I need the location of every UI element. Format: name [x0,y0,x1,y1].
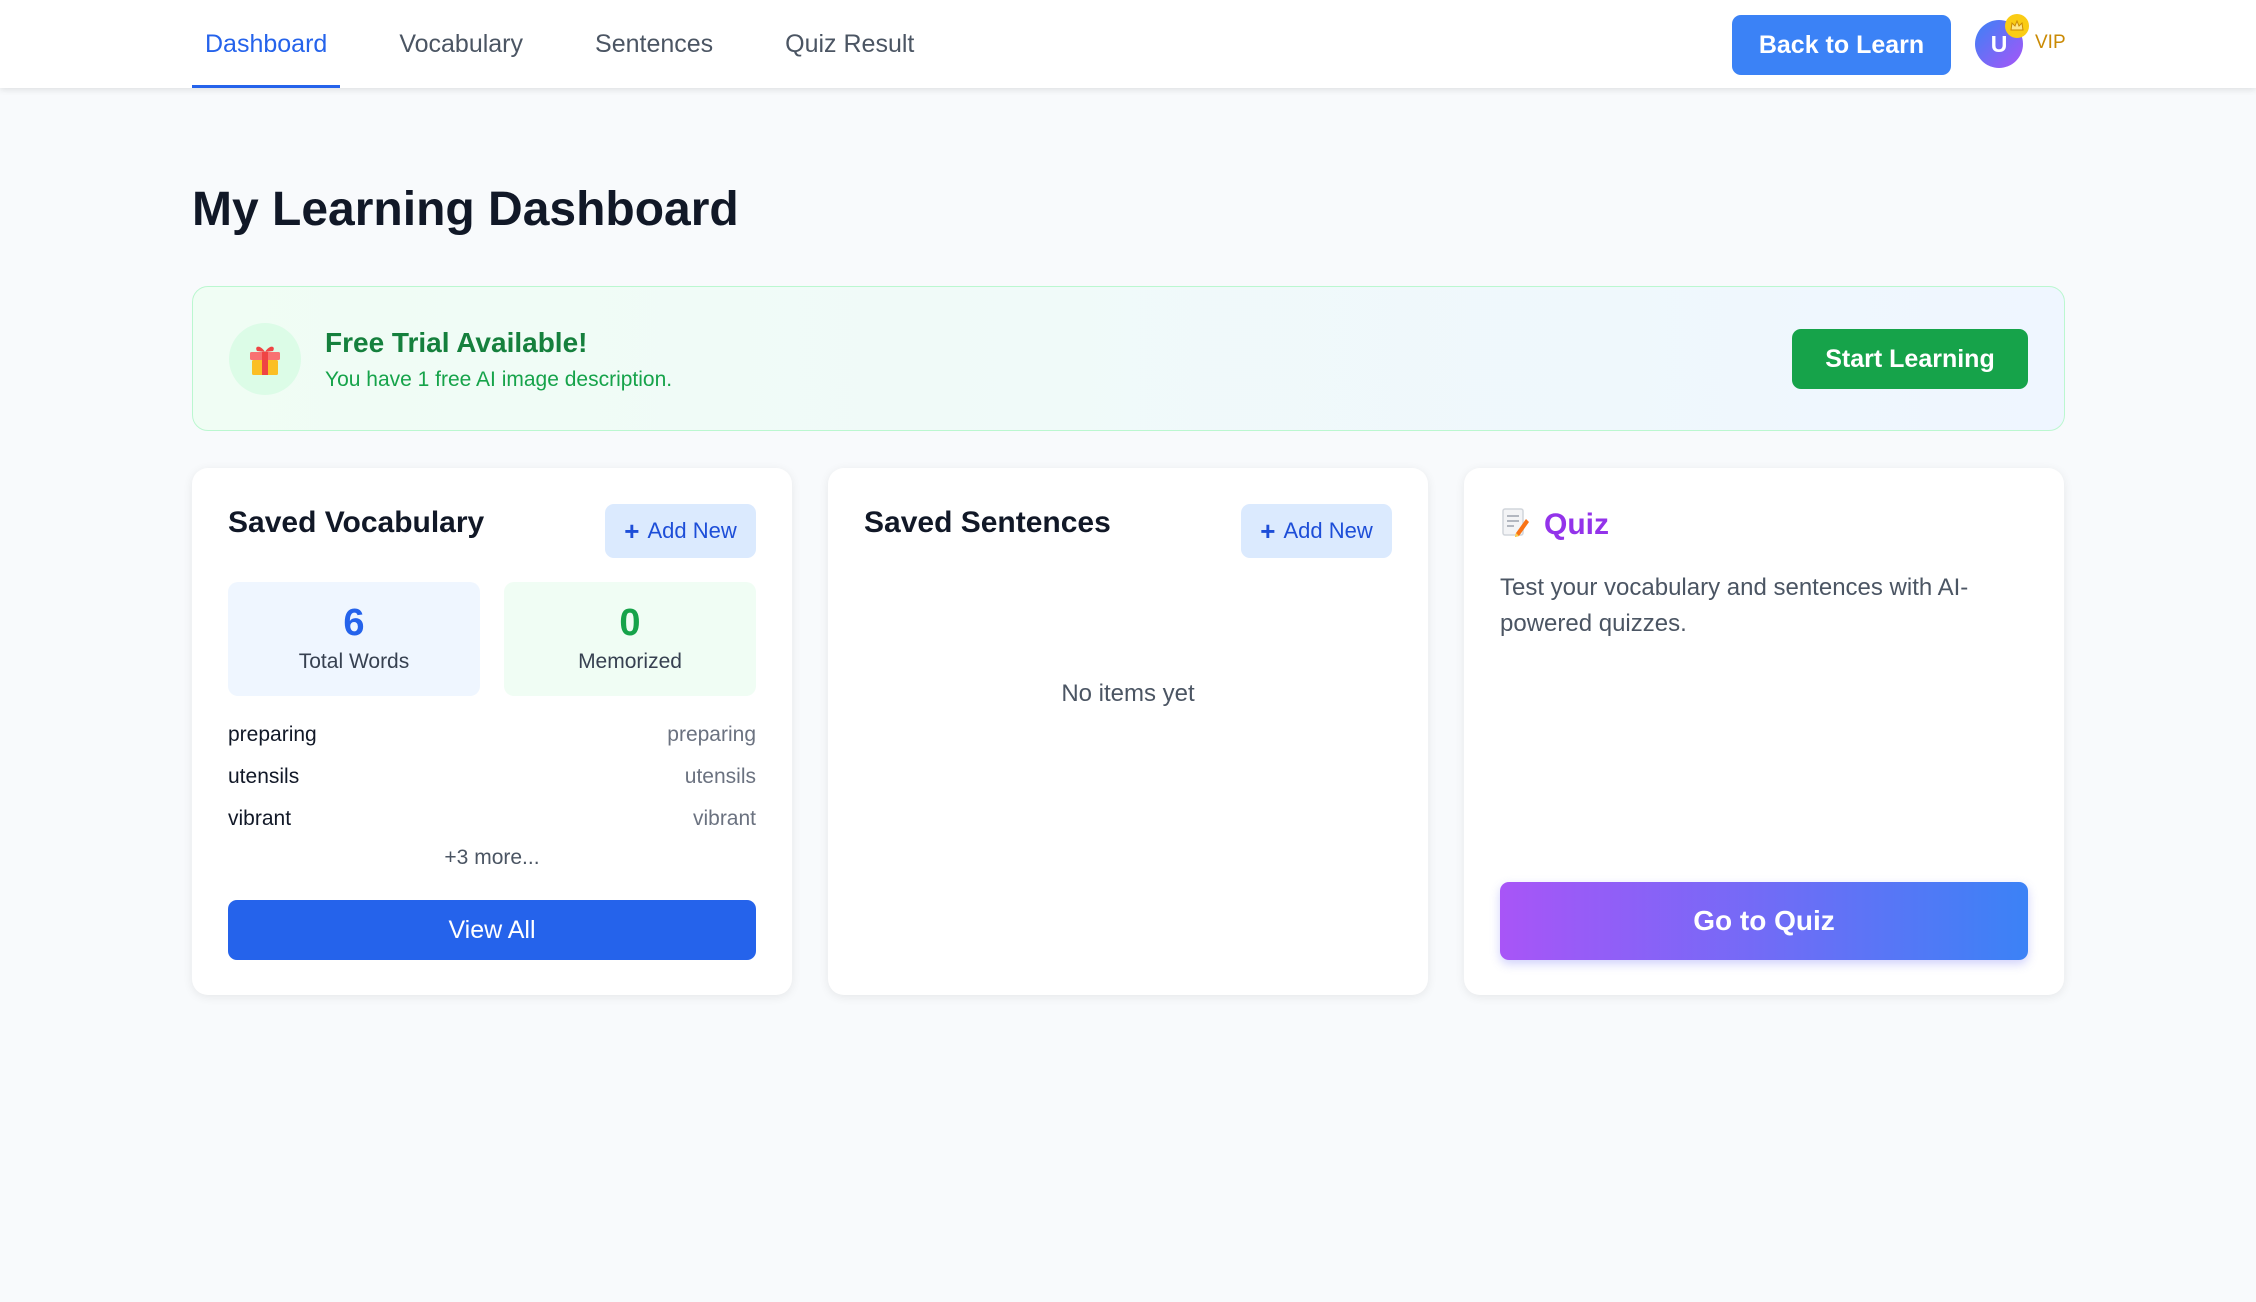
trial-title: Free Trial Available! [325,327,588,358]
free-trial-banner: Free Trial Available! You have 1 free AI… [192,286,2065,431]
vocab-translation: utensils [684,765,756,788]
saved-vocabulary-card: Saved Vocabulary + Add New 6 Total Words… [192,468,792,995]
top-navigation-bar: Dashboard Vocabulary Sentences Quiz Resu… [0,0,2256,88]
empty-state-text: No items yet [1061,680,1195,707]
start-learning-button[interactable]: Start Learning [1792,329,2028,389]
add-sentence-button[interactable]: + Add New [1241,504,1392,558]
list-item[interactable]: utensils utensils [228,761,756,793]
sentences-card-title: Saved Sentences [864,506,1111,539]
main-nav: Dashboard Vocabulary Sentences Quiz Resu… [192,0,973,88]
vocab-translation: vibrant [692,807,756,830]
tab-sentences[interactable]: Sentences [582,0,726,88]
list-item[interactable]: vibrant vibrant [228,803,756,835]
view-all-button[interactable]: View All [228,900,756,960]
total-words-label: Total Words [298,650,410,673]
back-to-learn-button[interactable]: Back to Learn [1732,15,1951,75]
quiz-card: Quiz Test your vocabulary and sentences … [1464,468,2064,995]
plus-icon: + [1260,516,1276,546]
tab-dashboard[interactable]: Dashboard [192,0,341,88]
total-words-count: 6 [343,602,365,644]
vocab-word: utensils [228,765,300,788]
total-words-stat: 6 Total Words [228,582,480,696]
vocab-word: preparing [228,723,317,746]
memorized-label: Memorized [578,650,682,673]
page-title: My Learning Dashboard [192,183,739,236]
plus-icon: + [624,516,640,546]
go-to-quiz-button[interactable]: Go to Quiz [1500,882,2028,960]
quiz-description: Test your vocabulary and sentences with … [1500,574,1969,637]
vip-badge: VIP [2035,32,2066,53]
memo-icon [1500,506,1530,543]
add-sentence-label: Add New [1283,518,1373,543]
add-vocabulary-button[interactable]: + Add New [605,504,756,558]
tab-quiz-result[interactable]: Quiz Result [772,0,927,88]
tab-vocabulary[interactable]: Vocabulary [386,0,536,88]
memorized-stat: 0 Memorized [504,582,756,696]
list-item[interactable]: preparing preparing [228,719,756,751]
more-items-text: +3 more... [444,846,540,869]
quiz-title: Quiz [1544,507,1609,541]
add-vocabulary-label: Add New [647,518,737,543]
trial-description: You have 1 free AI image description. [325,368,673,391]
saved-sentences-card: Saved Sentences + Add New No items yet [828,468,1428,995]
vocab-translation: preparing [667,723,756,746]
quiz-header: Quiz [1500,506,1609,543]
vocabulary-card-title: Saved Vocabulary [228,506,485,539]
gift-icon [229,323,301,395]
memorized-count: 0 [619,602,641,644]
crown-icon [2005,14,2029,38]
vocab-word: vibrant [228,807,292,830]
